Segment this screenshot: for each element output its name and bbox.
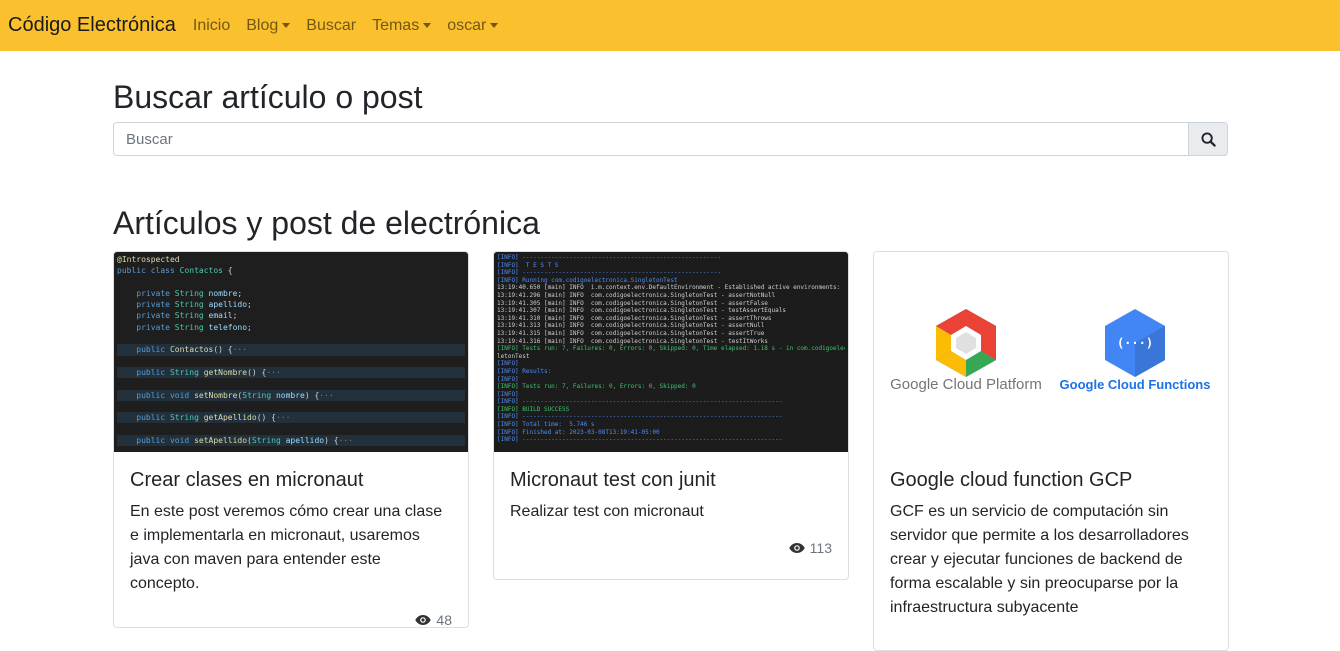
nav-item-label: Buscar — [306, 16, 357, 34]
nav-item-label: Temas — [372, 16, 420, 34]
terminal-line: [INFO] Finished at: 2023-03-08T13:19:41-… — [497, 428, 660, 436]
code-line: public String getApellido() {··· — [117, 412, 465, 424]
functions-symbol: (···) — [1117, 336, 1153, 350]
code-line: public void setApellido(String apellido)… — [117, 434, 465, 447]
code-line: private String email; — [117, 311, 238, 321]
caret-down-icon — [490, 23, 499, 28]
card-description: En este post veremos cómo crear una clas… — [130, 503, 443, 592]
search-bar — [113, 122, 1228, 156]
search-input[interactable] — [113, 122, 1188, 156]
view-count-value: 48 — [436, 612, 452, 628]
section-heading: Artículos y post de electrónica — [113, 205, 540, 241]
terminal-line: [INFO] Tests run: 7, Failures: 0, Errors… — [497, 345, 845, 353]
search-heading: Buscar artículo o post — [113, 79, 423, 115]
code-line: public Contactos() {··· — [117, 344, 465, 356]
view-count: 48 — [130, 596, 452, 628]
code-line: public void setNombre(String nombre) {··… — [117, 389, 465, 401]
nav-item-label: Inicio — [192, 16, 231, 34]
terminal-line: [INFO] BUILD SUCCESS — [497, 405, 570, 413]
terminal-line: 13:19:41.316 [main] INFO com.codigoelect… — [497, 337, 768, 345]
code-line: @Introspected — [117, 255, 180, 264]
eye-icon — [415, 615, 432, 625]
card-title[interactable]: Micronaut test con junit — [510, 468, 832, 492]
terminal-line: 13:19:41.313 [main] INFO com.codigoelect… — [497, 322, 765, 330]
terminal-line: 13:19:41.296 [main] INFO com.codigoelect… — [497, 291, 776, 299]
article-card[interactable]: [INFO] ---------------------------------… — [493, 251, 849, 580]
nav-item-inicio[interactable]: Inicio — [193, 17, 230, 35]
terminal-line: [INFO] ---------------------------------… — [497, 398, 783, 406]
code-line: public class Contactos { — [117, 266, 233, 276]
code-line: private String apellido; — [117, 300, 252, 310]
terminal-line: 13:19:41.307 [main] INFO com.codigoelect… — [497, 307, 786, 315]
caret-down-icon — [282, 23, 291, 28]
gcf-caption: Google Cloud Functions — [1060, 377, 1211, 392]
brand-link[interactable]: Código Electrónica — [8, 14, 176, 37]
card-image-gcp-logos[interactable]: Google Cloud Platform (···) Google Cloud… — [874, 252, 1228, 452]
card-image-code[interactable]: @Introspected public class Contactos { p… — [114, 252, 468, 452]
nav-item-user-oscar[interactable]: oscar — [447, 16, 499, 35]
top-navbar: Código Electrónica Inicio Blog Buscar Te… — [0, 0, 1340, 51]
nav-item-label: Blog — [246, 16, 279, 34]
cloud-functions-logo: (···) — [1105, 309, 1165, 377]
terminal-line: [INFO] — [497, 390, 519, 398]
terminal-line: [INFO] — [497, 360, 519, 368]
terminal-line: [INFO] Running com.codigoelectronica.Sin… — [497, 276, 678, 284]
nav-item-blog[interactable]: Blog — [246, 16, 291, 35]
terminal-line: 13:19:41.315 [main] INFO com.codigoelect… — [497, 329, 765, 337]
card-description: GCF es un servicio de computación sin se… — [890, 503, 1189, 616]
card-image-terminal[interactable]: [INFO] ---------------------------------… — [494, 252, 848, 452]
code-line: private String nombre; — [117, 288, 243, 298]
nav-item-label: oscar — [447, 16, 487, 34]
terminal-line: [INFO] ---------------------------------… — [497, 436, 783, 444]
terminal-line: 13:19:41.310 [main] INFO com.codigoelect… — [497, 314, 772, 322]
eye-icon — [788, 543, 805, 553]
search-button[interactable] — [1188, 122, 1228, 156]
terminal-line: [INFO] Results: — [497, 367, 552, 375]
search-icon — [1200, 131, 1216, 147]
terminal-line: 13:19:41.305 [main] INFO com.codigoelect… — [497, 299, 768, 307]
caret-down-icon — [423, 23, 432, 28]
view-count: 113 — [510, 524, 832, 566]
terminal-line: [INFO] T E S T S — [497, 261, 559, 269]
code-line: public String getNombre() {··· — [117, 366, 465, 379]
card-description: Realizar test con micronaut — [510, 503, 704, 520]
google-cloud-platform-logo — [936, 309, 996, 377]
article-card[interactable]: @Introspected public class Contactos { p… — [113, 251, 469, 628]
terminal-line: [INFO] ---------------------------------… — [497, 269, 721, 277]
terminal-line: [INFO] ---------------------------------… — [497, 254, 721, 261]
view-count-value: 113 — [809, 540, 832, 556]
terminal-line: [INFO] ---------------------------------… — [497, 413, 783, 421]
terminal-line: [INFO] Tests run: 7, Failures: 0, Errors… — [497, 383, 696, 391]
terminal-line: [INFO] — [497, 375, 519, 383]
terminal-line: [INFO] Total time: 5.746 s — [497, 421, 595, 429]
nav-item-temas[interactable]: Temas — [372, 16, 432, 35]
gcp-caption: Google Cloud Platform — [890, 376, 1042, 393]
card-title[interactable]: Google cloud function GCP — [890, 468, 1212, 492]
nav-item-buscar[interactable]: Buscar — [306, 17, 356, 35]
card-title[interactable]: Crear clases en micronaut — [130, 468, 452, 492]
article-card[interactable]: Google Cloud Platform (···) Google Cloud… — [873, 251, 1229, 651]
terminal-line: letonTest — [497, 352, 530, 360]
terminal-line: 13:19:40.650 [main] INFO i.m.context.env… — [497, 284, 845, 292]
code-line: private String telefono; — [117, 322, 252, 332]
